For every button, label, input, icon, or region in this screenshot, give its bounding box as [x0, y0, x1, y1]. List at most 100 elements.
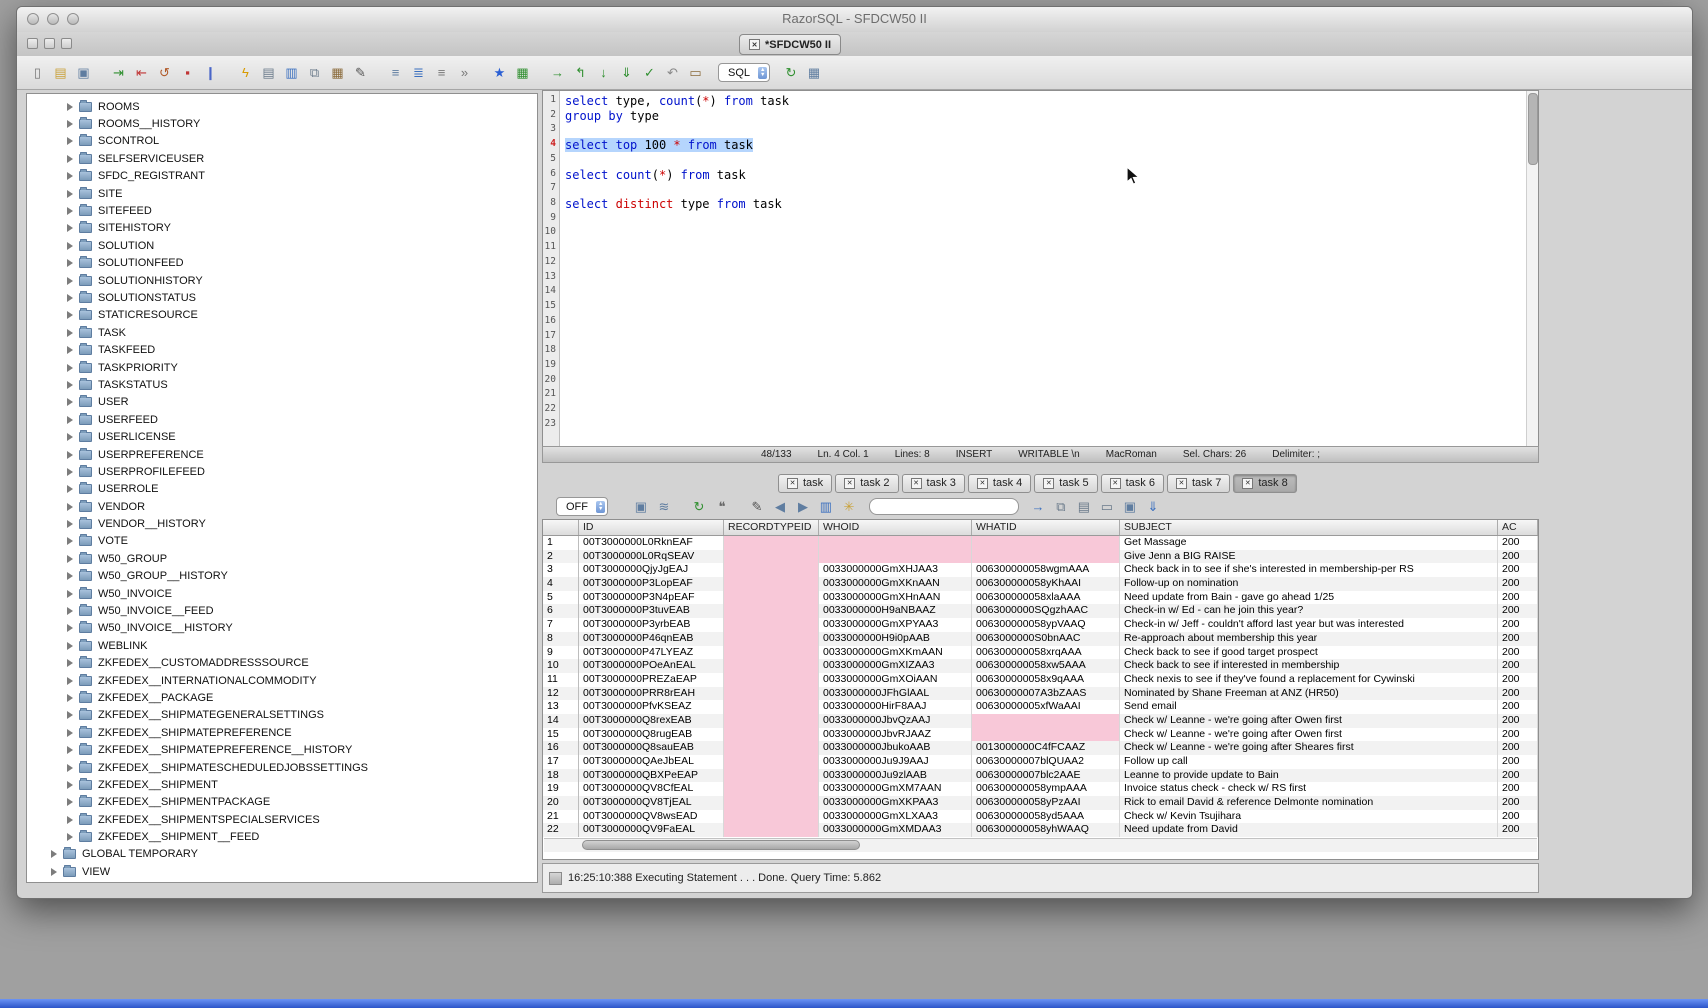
sidebar-item-user[interactable]: USER	[27, 394, 537, 411]
expand-arrow-icon[interactable]	[67, 364, 73, 372]
cell-id[interactable]: 00T3000000QBXPeEAP	[579, 769, 724, 783]
cell-subject[interactable]: Give Jenn a BIG RAISE	[1120, 550, 1498, 564]
cell-whatid[interactable]	[972, 550, 1120, 564]
cell-id[interactable]: 00T3000000PfvKSEAZ	[579, 700, 724, 714]
stop-icon[interactable]: ▪	[177, 62, 198, 83]
results-tab-task-5[interactable]: ✕task 5	[1034, 474, 1097, 493]
cell-whoid[interactable]: 0033000000GmXPYAA3	[819, 618, 972, 632]
cell-recordtypeid[interactable]	[724, 823, 819, 837]
table-row[interactable]: 500T3000000P3N4pEAF0033000000GmXHnAAN006…	[543, 591, 1538, 605]
sidebar-item-userprofilefeed[interactable]: USERPROFILEFEED	[27, 463, 537, 480]
sidebar-item-selfserviceuser[interactable]: SELFSERVICEUSER	[27, 150, 537, 167]
sidebar-item-solutionstatus[interactable]: SOLUTIONSTATUS	[27, 289, 537, 306]
cell-whoid[interactable]: 0033000000Ju9J9AAJ	[819, 755, 972, 769]
cell-rownum[interactable]: 16	[543, 741, 579, 755]
sidebar-item-vote[interactable]: VOTE	[27, 533, 537, 550]
cell-ac[interactable]: 200	[1498, 550, 1538, 564]
expand-arrow-icon[interactable]	[67, 537, 73, 545]
cell-recordtypeid[interactable]	[724, 646, 819, 660]
sidebar-item-zkfedex-shipmatepreference[interactable]: ZKFEDEX__SHIPMATEPREFERENCE	[27, 724, 537, 741]
cell-rownum[interactable]: 3	[543, 563, 579, 577]
cell-rownum[interactable]: 22	[543, 823, 579, 837]
tab-close-icon[interactable]: ✕	[1176, 478, 1187, 489]
table-row[interactable]: 100T3000000L0RknEAFGet Massage200	[543, 536, 1538, 550]
expand-arrow-icon[interactable]	[67, 329, 73, 337]
expand-arrow-icon[interactable]	[67, 607, 73, 615]
cell-id[interactable]: 00T3000000QjyJgEAJ	[579, 563, 724, 577]
cell-id[interactable]: 00T3000000P3N4pEAF	[579, 591, 724, 605]
save-grid-icon[interactable]: ▣	[1119, 496, 1140, 517]
sidebar-item-w50-invoice[interactable]: W50_INVOICE	[27, 585, 537, 602]
cell-subject[interactable]: Rick to email David & reference Delmonte…	[1120, 796, 1498, 810]
sidebar-item-vendor[interactable]: VENDOR	[27, 498, 537, 515]
cell-recordtypeid[interactable]	[724, 728, 819, 742]
sidebar-item-zkfedex-internationalcommodity[interactable]: ZKFEDEX__INTERNATIONALCOMMODITY	[27, 672, 537, 689]
titlebar[interactable]: RazorSQL - SFDCW50 II	[17, 7, 1692, 33]
cell-rownum[interactable]: 1	[543, 536, 579, 550]
cell-id[interactable]: 00T3000000QV9FaEAL	[579, 823, 724, 837]
cell-rownum[interactable]: 19	[543, 782, 579, 796]
sidebar-item-userfeed[interactable]: USERFEED	[27, 411, 537, 428]
cell-id[interactable]: 00T3000000PRR8rEAH	[579, 687, 724, 701]
disconnect-icon[interactable]: ⇤	[131, 62, 152, 83]
sidebar-item-w50-group-history[interactable]: W50_GROUP__HISTORY	[27, 568, 537, 585]
cell-ac[interactable]: 200	[1498, 591, 1538, 605]
cell-rownum[interactable]: 14	[543, 714, 579, 728]
cell-whatid[interactable]: 00630000005xfWaAAI	[972, 700, 1120, 714]
cell-whatid[interactable]: 006300000058xlaAAA	[972, 591, 1120, 605]
cell-rownum[interactable]: 21	[543, 810, 579, 824]
cell-ac[interactable]: 200	[1498, 577, 1538, 591]
results-tab-task-4[interactable]: ✕task 4	[968, 474, 1031, 493]
cell-subject[interactable]: Check back to see if interested in membe…	[1120, 659, 1498, 673]
cell-recordtypeid[interactable]	[724, 536, 819, 550]
cell-rownum[interactable]: 7	[543, 618, 579, 632]
sidebar-item-zkfedex-shipmatepreference-history[interactable]: ZKFEDEX__SHIPMATEPREFERENCE__HISTORY	[27, 741, 537, 758]
expand-arrow-icon[interactable]	[67, 433, 73, 441]
table-row[interactable]: 400T3000000P3LopEAF0033000000GmXKnAAN006…	[543, 577, 1538, 591]
cell-whoid[interactable]: 0033000000JbukoAAB	[819, 741, 972, 755]
cell-rownum[interactable]: 18	[543, 769, 579, 783]
cell-rownum[interactable]: 10	[543, 659, 579, 673]
cell-recordtypeid[interactable]	[724, 604, 819, 618]
expand-arrow-icon[interactable]	[67, 416, 73, 424]
sidebar-item-site[interactable]: SITE	[27, 185, 537, 202]
column-header-id[interactable]: ID	[579, 520, 724, 535]
statement-type-select[interactable]: SQL ▲▼	[718, 63, 770, 82]
cell-subject[interactable]: Check back in to see if she's interested…	[1120, 563, 1498, 577]
sidebar-item-rooms-history[interactable]: ROOMS__HISTORY	[27, 115, 537, 132]
expand-arrow-icon[interactable]	[67, 642, 73, 650]
cell-rownum[interactable]: 20	[543, 796, 579, 810]
sidebar-item-zkfedex-shipment[interactable]: ZKFEDEX__SHIPMENT	[27, 776, 537, 793]
sidebar-item-zkfedex-package[interactable]: ZKFEDEX__PACKAGE	[27, 689, 537, 706]
cell-recordtypeid[interactable]	[724, 673, 819, 687]
cell-recordtypeid[interactable]	[724, 618, 819, 632]
sidebar-item-zkfedex-shipmatescheduledjobssettings[interactable]: ZKFEDEX__SHIPMATESCHEDULEDJOBSSETTINGS	[27, 759, 537, 776]
table-row[interactable]: 600T3000000P3tuvEAB0033000000H9aNBAAZ006…	[543, 604, 1538, 618]
format-sql-icon[interactable]: ≣	[408, 62, 429, 83]
cell-rownum[interactable]: 15	[543, 728, 579, 742]
quote-results-icon[interactable]: ❝	[711, 496, 732, 517]
cell-whoid[interactable]: 0033000000H9aNBAAZ	[819, 604, 972, 618]
cell-ac[interactable]: 200	[1498, 604, 1538, 618]
expand-arrow-icon[interactable]	[67, 764, 73, 772]
expand-arrow-icon[interactable]	[67, 485, 73, 493]
edit-icon[interactable]: ✎	[350, 62, 371, 83]
table-row[interactable]: 1200T3000000PRR8rEAH0033000000JFhGlAAL00…	[543, 687, 1538, 701]
cell-recordtypeid[interactable]	[724, 550, 819, 564]
table-row[interactable]: 1500T3000000Q8rugEAB0033000000JbvRJAAZCh…	[543, 728, 1538, 742]
document-tab[interactable]: ✕ *SFDCW50 II	[739, 34, 841, 55]
sidebar-item-vendor-history[interactable]: VENDOR__HISTORY	[27, 515, 537, 532]
cell-id[interactable]: 00T3000000QV8CfEAL	[579, 782, 724, 796]
cell-subject[interactable]: Need update from David	[1120, 823, 1498, 837]
cell-subject[interactable]: Nominated by Shane Freeman at ANZ (HR50)	[1120, 687, 1498, 701]
cell-whoid[interactable]: 0033000000GmXKnAAN	[819, 577, 972, 591]
copy-icon[interactable]: ⧉	[304, 62, 325, 83]
cell-id[interactable]: 00T3000000Q8rugEAB	[579, 728, 724, 742]
cell-ac[interactable]: 200	[1498, 563, 1538, 577]
table-row[interactable]: 1800T3000000QBXPeEAP0033000000Ju9zlAAB00…	[543, 769, 1538, 783]
grid-horizontal-scrollbar[interactable]	[544, 838, 1537, 852]
cell-rownum[interactable]: 9	[543, 646, 579, 660]
cell-ac[interactable]: 200	[1498, 632, 1538, 646]
cell-subject[interactable]: Check w/ Leanne - we're going after Owen…	[1120, 728, 1498, 742]
tab-close-icon[interactable]: ✕	[977, 478, 988, 489]
